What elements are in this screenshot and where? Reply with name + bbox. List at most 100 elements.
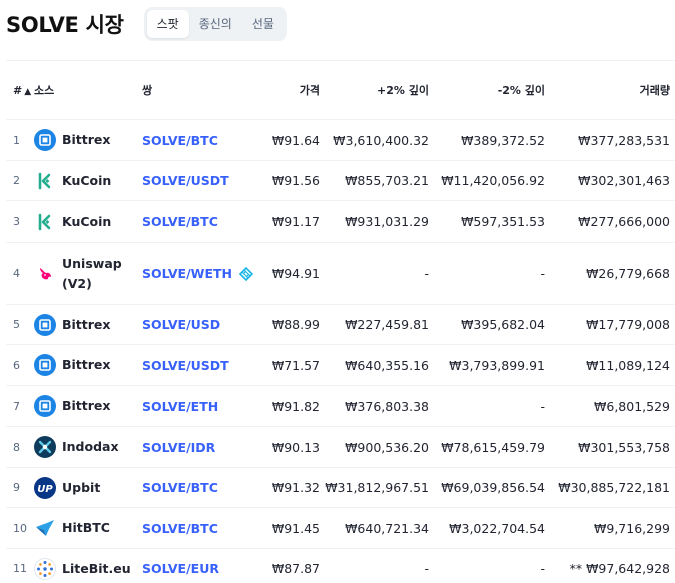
sort-asc-icon: ▲: [24, 86, 32, 97]
table-row[interactable]: 8 Indodax SOLVE/IDR ₩90.13 ₩900,536.20 ₩78,61…: [6, 427, 675, 468]
pair-cell: SOLVE/USDT: [142, 345, 270, 386]
price-cell: ₩88.99: [271, 317, 320, 332]
source-cell: Uniswap (V2): [34, 243, 142, 305]
tab-spot[interactable]: 스팟: [146, 10, 189, 38]
uniswap-logo-icon[interactable]: [34, 263, 56, 285]
source-header[interactable]: 소스: [34, 61, 142, 120]
bittrex-logo-icon[interactable]: [34, 354, 56, 376]
price-header[interactable]: 가격: [270, 61, 320, 120]
exchange-name[interactable]: Bittrex: [62, 355, 110, 375]
table-row[interactable]: 9 UP Upbit SOLVE/BTC ₩91.32 ₩31,812,967.51 ₩69…: [6, 468, 675, 508]
exchange-name[interactable]: Uniswap (V2): [62, 254, 122, 294]
svg-text:UP: UP: [37, 484, 53, 495]
volume-cell: ₩9,716,299: [594, 520, 670, 536]
pair-cell: SOLVE/BTC: [142, 468, 270, 508]
pair-label[interactable]: SOLVE/IDR: [142, 440, 215, 455]
pair-link[interactable]: SOLVE/BTC: [142, 521, 218, 536]
table-header-row: # ▲ 소스 쌍 가격 +2% 깊이 -2% 깊이 거래량: [6, 60, 675, 120]
depth-minus-cell: ₩3,793,899.91: [449, 357, 545, 373]
depth-minus-cell: ₩78,615,459.79: [441, 439, 545, 455]
depth-minus-cell: -: [540, 398, 545, 414]
exchange-name[interactable]: Bittrex: [62, 130, 110, 150]
pair-link[interactable]: SOLVE/USDT: [142, 173, 229, 188]
rank-header[interactable]: # ▲: [6, 61, 34, 120]
tab-perpetual[interactable]: 종신의: [189, 10, 242, 38]
volume-header[interactable]: 거래량: [545, 61, 675, 120]
pair-link[interactable]: SOLVE/ETH: [142, 399, 218, 414]
pair-link[interactable]: SOLVE/BTC: [142, 480, 218, 495]
table-row[interactable]: 3 KuCoin SOLVE/BTC ₩91.17 ₩931,031.29 ₩597,35…: [6, 201, 675, 243]
kucoin-logo-icon[interactable]: [34, 211, 56, 233]
source-cell: LiteBit.eu: [34, 549, 142, 583]
exchange-name[interactable]: Bittrex: [62, 396, 110, 416]
bittrex-logo-icon[interactable]: [34, 313, 56, 336]
exchange-name[interactable]: Bittrex: [62, 315, 110, 335]
exchange-name[interactable]: Upbit: [62, 478, 100, 498]
bittrex-logo-icon[interactable]: [34, 129, 56, 151]
indodax-logo-icon[interactable]: [34, 436, 56, 458]
pair-cell: SOLVE/BTC: [142, 508, 270, 549]
pair-header[interactable]: 쌍: [142, 61, 270, 120]
pair-link[interactable]: SOLVE/IDR: [142, 440, 215, 455]
rank-cell: 7: [13, 399, 20, 413]
page-header: SOLVE 시장 스팟 종신의 선물: [6, 6, 675, 42]
depth-plus-cell: -: [424, 266, 429, 281]
table-row[interactable]: 6 Bittrex SOLVE/USDT ₩71.57 ₩640,355.16 ₩3,79…: [6, 345, 675, 386]
table-row[interactable]: 5 Bittrex SOLVE/USD ₩88.99 ₩227,459.81 ₩395,6…: [6, 305, 675, 345]
depth-plus-header[interactable]: +2% 깊이: [320, 61, 429, 120]
depth-plus-cell: ₩640,355.16: [345, 357, 429, 373]
table-row[interactable]: 2 KuCoin SOLVE/USDT ₩91.56 ₩855,703.21 ₩11,42…: [6, 161, 675, 201]
upbit-logo-icon[interactable]: UP: [34, 476, 56, 499]
pair-link[interactable]: SOLVE/USD: [142, 317, 220, 332]
pair-label[interactable]: SOLVE/EUR: [142, 561, 219, 576]
pair-label[interactable]: SOLVE/USDT: [142, 358, 229, 373]
exchange-name[interactable]: HitBTC: [62, 518, 110, 538]
table-row[interactable]: 10 HitBTC SOLVE/BTC ₩91.45 ₩640,721.34 ₩3,022…: [6, 508, 675, 549]
depth-plus-cell: ₩31,812,967.51: [325, 480, 429, 495]
pair-label[interactable]: SOLVE/USD: [142, 317, 220, 332]
pair-label[interactable]: SOLVE/BTC: [142, 480, 218, 495]
depth-minus-header[interactable]: -2% 깊이: [429, 61, 545, 120]
pair-label[interactable]: SOLVE/BTC: [142, 133, 218, 148]
price-cell: ₩71.57: [271, 357, 320, 373]
source-cell: Indodax: [34, 427, 142, 468]
pair-label[interactable]: SOLVE/BTC: [142, 214, 218, 229]
pair-link[interactable]: SOLVE/BTC: [142, 214, 218, 229]
exchange-name[interactable]: LiteBit.eu: [62, 559, 131, 579]
pair-cell: SOLVE/USD: [142, 305, 270, 345]
exchange-name[interactable]: Indodax: [62, 437, 119, 457]
pair-cell: SOLVE/IDR: [142, 427, 270, 468]
pair-link[interactable]: SOLVE/EUR: [142, 561, 219, 576]
source-cell: HitBTC: [34, 508, 142, 549]
pair-label[interactable]: SOLVE/WETH: [142, 266, 232, 281]
table-row[interactable]: 1 Bittrex SOLVE/BTC ₩91.64 ₩3,610,400.32 ₩389…: [6, 120, 675, 161]
table-row[interactable]: 4 Uniswap (V2) SOLVE/WETH ₩94.91 - - ₩26,779,66…: [6, 243, 675, 305]
litebit-logo-icon[interactable]: [34, 557, 56, 580]
rank-cell: 3: [13, 215, 20, 228]
table-row[interactable]: 7 Bittrex SOLVE/ETH ₩91.82 ₩376,803.38 - ₩6,80…: [6, 386, 675, 427]
pair-link[interactable]: SOLVE/BTC: [142, 133, 218, 148]
pair-cell: SOLVE/WETH: [142, 243, 270, 305]
markets-table: # ▲ 소스 쌍 가격 +2% 깊이 -2% 깊이 거래량 1 Bittrex SOL…: [6, 60, 675, 583]
kucoin-logo-icon[interactable]: [34, 170, 56, 192]
price-cell: ₩91.32: [271, 480, 320, 495]
pair-label[interactable]: SOLVE/BTC: [142, 521, 218, 536]
pair-label[interactable]: SOLVE/USDT: [142, 173, 229, 188]
pair-link[interactable]: SOLVE/WETH: [142, 266, 254, 282]
price-cell: ₩90.13: [271, 439, 320, 455]
depth-plus-cell: ₩900,536.20: [345, 439, 429, 455]
pair-label[interactable]: SOLVE/ETH: [142, 399, 218, 414]
price-cell: ₩91.64: [271, 132, 320, 148]
source-cell: UP Upbit: [34, 468, 142, 508]
bittrex-logo-icon[interactable]: [34, 395, 56, 417]
pair-link[interactable]: SOLVE/USDT: [142, 358, 229, 373]
tab-futures[interactable]: 선물: [242, 10, 284, 38]
depth-minus-cell: ₩69,039,856.54: [441, 480, 545, 495]
source-cell: Bittrex: [34, 120, 142, 161]
exchange-name[interactable]: KuCoin: [62, 212, 111, 232]
volume-cell: ₩6,801,529: [594, 398, 670, 414]
exchange-name[interactable]: KuCoin: [62, 171, 111, 191]
volume-cell: ₩30,885,722,181: [558, 480, 670, 495]
hitbtc-logo-icon[interactable]: [34, 517, 56, 539]
table-row[interactable]: 11 LiteBit.eu SOLVE/EUR ₩87.87 - - ** ₩97,642,…: [6, 549, 675, 583]
